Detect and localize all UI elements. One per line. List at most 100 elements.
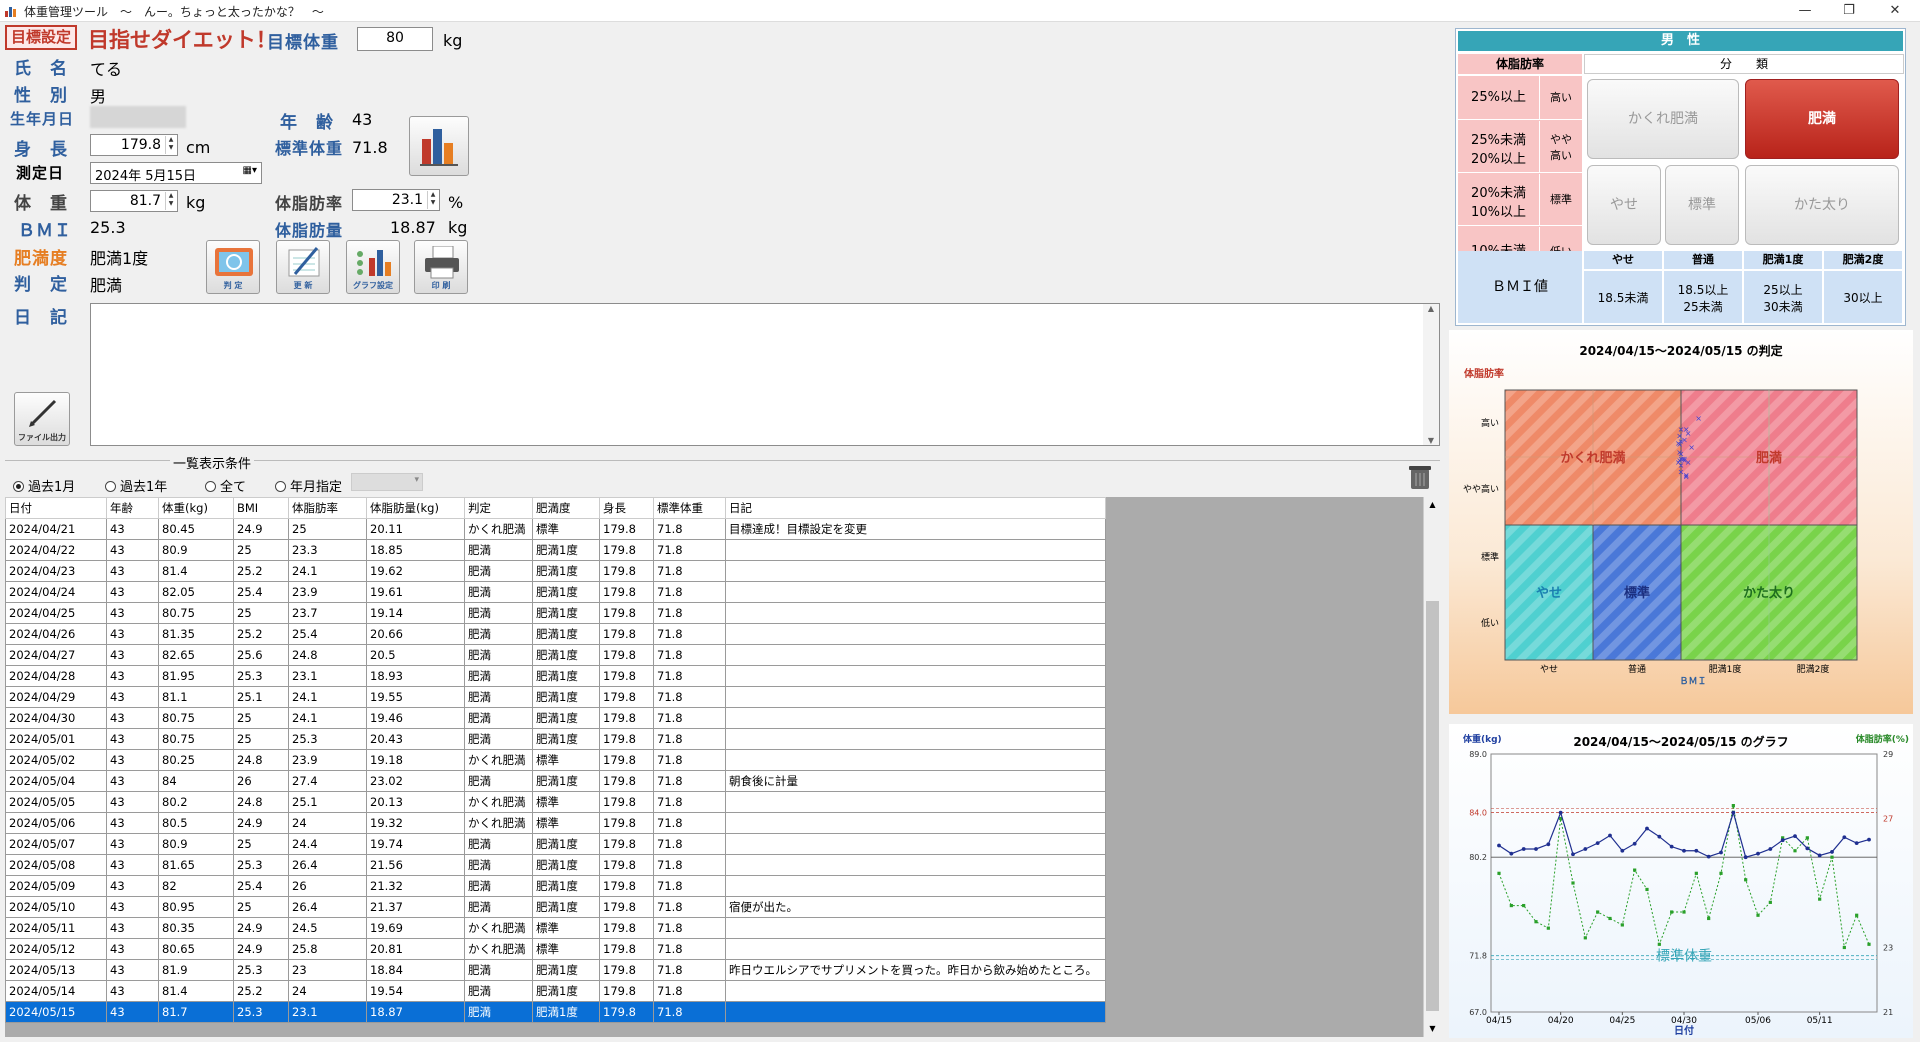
table-row[interactable]: 2024/04/29 43 81.1 25.1 24.1 19.55 肥満 肥満1度 179.8… [5,686,1106,708]
bodyfat-label: 体脂肪率 [275,194,344,213]
table-cell: 43 [106,560,159,582]
minimize-button[interactable]: — [1782,0,1828,22]
height-label: 身 長 [14,140,68,160]
table-row[interactable]: 2024/05/05 43 80.2 24.8 25.1 20.13 かくれ肥満 標準 179.… [5,791,1106,813]
table-row[interactable]: 2024/05/14 43 81.4 25.2 24 19.54 肥満 肥満1度 179.8 71… [5,980,1106,1002]
judge-button[interactable]: 判 定 [206,240,260,294]
col-header[interactable]: 日付 [5,497,107,519]
bodyfat-point [1744,878,1748,882]
table-cell: 肥満 [464,896,533,918]
col-header[interactable]: 標準体重 [653,497,726,519]
col-header[interactable]: 身長 [599,497,654,519]
table-cell: 81.95 [158,665,234,687]
table-cell: 24.1 [288,686,367,708]
bodyfat-point [1509,903,1513,908]
table-cell: 20.43 [366,728,465,750]
filter-past-month[interactable]: 過去1月 [13,476,75,495]
table-row[interactable]: 2024/05/15 43 81.7 25.3 23.1 18.87 肥満 肥満1度 179.8… [5,1001,1106,1023]
scroll-thumb[interactable] [1426,601,1439,1011]
table-row[interactable]: 2024/05/07 43 80.9 25 24.4 19.74 肥満 肥満1度 179.8 71… [5,833,1106,855]
class-hidden-obese[interactable]: かくれ肥満 [1587,79,1739,159]
col-header[interactable]: BMI [233,497,289,519]
target-setting-button[interactable]: 目標設定 [5,25,77,50]
month-select[interactable]: ▾ [351,473,423,491]
col-header[interactable]: 判定 [464,497,533,519]
table-row[interactable]: 2024/05/09 43 82 25.4 26 21.32 肥満 肥満1度 179.8 71.8 [5,875,1106,897]
judge-value: 肥満 [90,276,123,295]
weight-spinner[interactable]: ▲ ▼ [165,192,176,210]
table-cell: 71.8 [653,749,726,771]
class-solid-fat[interactable]: かた太り [1745,165,1899,245]
close-button[interactable]: ✕ [1872,0,1918,22]
filter-all[interactable]: 全て [205,476,246,495]
height-spinner[interactable]: ▲ ▼ [165,136,176,154]
col-header[interactable]: 体脂肪量(kg) [366,497,465,519]
bar-chart-icon [420,129,458,166]
diary-textarea[interactable]: ▲ ▼ [90,303,1440,446]
radio-all[interactable] [205,481,216,492]
radio-past-month[interactable] [13,481,24,492]
table-row[interactable]: 2024/05/12 43 80.65 24.9 25.8 20.81 かくれ肥満 標準 179… [5,938,1106,960]
filter-month[interactable]: 年月指定 [275,476,342,495]
table-cell: 2024/05/14 [5,980,107,1002]
table-cell: 43 [106,896,159,918]
radio-month[interactable] [275,481,286,492]
class-obese[interactable]: 肥満 [1745,79,1899,159]
table-cell: 標準 [532,917,600,939]
judge-point: × [1685,429,1692,438]
table-scrollbar[interactable]: ▲ ▼ [1423,497,1440,1037]
table-row[interactable]: 2024/04/23 43 81.4 25.2 24.1 19.62 肥満 肥満1度 179.8… [5,560,1106,582]
col-header[interactable]: 体脂肪率 [288,497,367,519]
radio-past-year[interactable] [105,481,116,492]
table-row[interactable]: 2024/04/27 43 82.65 25.6 24.8 20.5 肥満 肥満1度 179.8… [5,644,1106,666]
table-cell [725,812,1106,834]
maximize-button[interactable]: ❐ [1826,0,1872,22]
calendar-dropdown-icon[interactable]: ▦▾ [243,165,257,176]
weight-point [1595,841,1600,846]
table-cell: 43 [106,728,159,750]
table-row[interactable]: 2024/04/21 43 80.45 24.9 25 20.11 かくれ肥満 標準 179.8… [5,518,1106,540]
class-standard[interactable]: 標準 [1665,165,1739,245]
table-row[interactable]: 2024/05/01 43 80.75 25 25.3 20.43 肥満 肥満1度 179.8 7… [5,728,1106,750]
table-cell: 19.74 [366,833,465,855]
file-export-button[interactable]: ファイル出力 [14,392,70,446]
graph-setting-button[interactable]: グラフ設定 [346,240,400,294]
judge-chart: 2024/04/15～2024/05/15 の判定体脂肪率かくれ肥満 肥満やせ 標準… [1463,343,1858,687]
col-header[interactable]: 日記 [725,497,1106,519]
diary-scrollbar[interactable]: ▲ ▼ [1423,304,1439,445]
table-row[interactable]: 2024/04/24 43 82.05 25.4 23.9 19.61 肥満 肥満1度 179.… [5,581,1106,603]
date-picker[interactable]: 2024年 5月15日 ▦▾ [90,162,262,184]
col-header[interactable]: 肥満度 [532,497,600,519]
bodyfat-spinner[interactable]: ▲ ▼ [427,191,438,209]
table-row[interactable]: 2024/04/25 43 80.75 25 23.7 19.14 肥満 肥満1度 179.8 7… [5,602,1106,624]
trend-xtick: 05/06 [1745,1016,1771,1026]
data-grid[interactable]: 日付 年齢 体重(kg) BMI 体脂肪率 体脂肪量(kg) 判定 肥満度 身長 標準体重 日記 2… [5,497,1440,1037]
filter-past-year[interactable]: 過去1年 [105,476,167,495]
target-weight-input[interactable]: 80 [357,27,433,51]
table-cell [725,539,1106,561]
print-button[interactable]: 印 刷 [414,240,468,294]
class-thin[interactable]: やせ [1587,165,1661,245]
table-row[interactable]: 2024/04/28 43 81.95 25.3 23.1 18.93 肥満 肥満1度 179.… [5,665,1106,687]
chart-view-button[interactable] [409,116,469,176]
table-row[interactable]: 2024/05/06 43 80.5 24.9 24 19.32 かくれ肥満 標準 179.8 7… [5,812,1106,834]
height-input[interactable]: 179.8 ▲ ▼ [90,134,178,156]
col-header[interactable]: 年齢 [106,497,159,519]
bodyfat-input[interactable]: 23.1 ▲ ▼ [352,189,440,211]
trash-icon[interactable] [1407,463,1433,491]
table-row[interactable]: 2024/04/22 43 80.9 25 23.3 18.85 肥満 肥満1度 179.8 71… [5,539,1106,561]
scroll-down-icon[interactable]: ▼ [1424,1021,1440,1037]
table-row[interactable]: 2024/05/13 43 81.9 25.3 23 18.84 肥満 肥満1度 179.8 71… [5,959,1106,981]
table-row[interactable]: 2024/05/02 43 80.25 24.8 23.9 19.18 かくれ肥満 標準 179… [5,749,1106,771]
table-row[interactable]: 2024/05/11 43 80.35 24.9 24.5 19.69 かくれ肥満 標準 179… [5,917,1106,939]
table-row[interactable]: 2024/04/30 43 80.75 25 24.1 19.46 肥満 肥満1度 179.8 7… [5,707,1106,729]
weight-point [1719,850,1723,855]
table-row[interactable]: 2024/04/26 43 81.35 25.2 25.4 20.66 肥満 肥満1度 179.… [5,623,1106,645]
col-header[interactable]: 体重(kg) [158,497,234,519]
weight-input[interactable]: 81.7 ▲ ▼ [90,190,178,212]
update-button[interactable]: 更 新 [276,240,330,294]
table-row[interactable]: 2024/05/08 43 81.65 25.3 26.4 21.56 肥満 肥満1度 179.… [5,854,1106,876]
table-row[interactable]: 2024/05/04 43 84 26 27.4 23.02 肥満 肥満1度 179.8 71.8… [5,770,1106,792]
table-row[interactable]: 2024/05/10 43 80.95 25 26.4 21.37 肥満 肥満1度 179.8 7… [5,896,1106,918]
scroll-up-icon[interactable]: ▲ [1424,497,1440,513]
